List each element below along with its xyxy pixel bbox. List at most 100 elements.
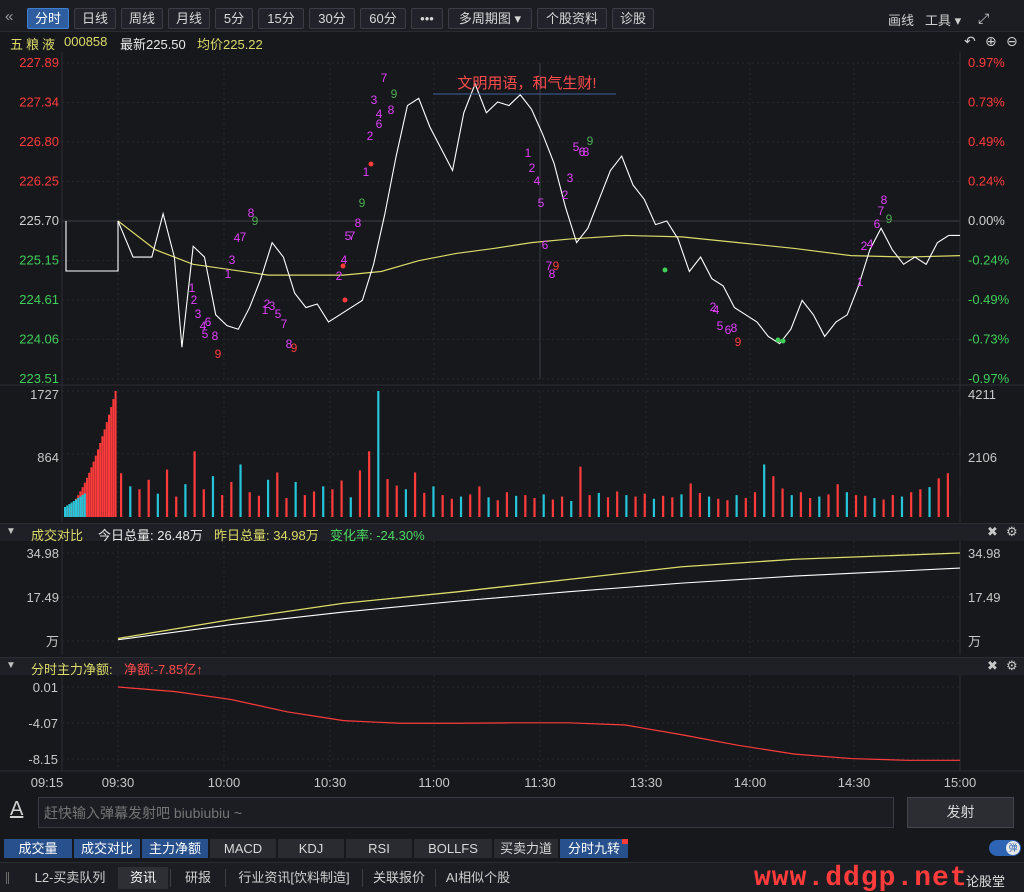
- auction-bar: [112, 399, 115, 517]
- close-icon[interactable]: ✖: [987, 524, 998, 540]
- danmaku-toggle[interactable]: 弹: [989, 840, 1021, 856]
- auction-bar: [64, 507, 66, 517]
- signal-dot: [780, 338, 786, 344]
- volume-bar: [662, 495, 665, 517]
- compare-tick: 万: [46, 634, 59, 649]
- volume-bar: [441, 495, 444, 517]
- gear-icon[interactable]: ⚙: [1006, 524, 1018, 540]
- font-style-icon[interactable]: A: [10, 798, 23, 821]
- gear-icon[interactable]: ⚙: [1006, 658, 1018, 674]
- tab-volume-compare[interactable]: 成交对比: [74, 839, 140, 858]
- draw-line-button[interactable]: 画线: [888, 10, 914, 29]
- auction-bar: [94, 455, 97, 517]
- tab-weekly[interactable]: 周线: [121, 8, 163, 29]
- tab-ai-similar[interactable]: AI相似个股: [437, 867, 519, 889]
- nine-turn-marker: 9: [291, 341, 298, 355]
- zoom-in-icon[interactable]: ⊕: [985, 33, 997, 50]
- volume-bar: [634, 496, 637, 517]
- danmaku-input[interactable]: [38, 797, 894, 828]
- volume-bar: [358, 470, 362, 517]
- volume-bar: [202, 489, 205, 517]
- forum-label[interactable]: 论股堂: [966, 871, 1005, 890]
- auction-bar: [70, 502, 73, 517]
- expand-arrows-icon[interactable]: ⤢: [978, 10, 989, 27]
- nine-turn-marker: 7: [349, 229, 356, 243]
- tools-dropdown[interactable]: 工具 ▾: [925, 10, 961, 29]
- volume-bar: [450, 498, 453, 517]
- drag-handle-icon[interactable]: [6, 872, 16, 884]
- volume-bar: [900, 496, 904, 517]
- volume-bar: [790, 495, 793, 517]
- tab-l2-queue[interactable]: L2-买卖队列: [24, 867, 116, 889]
- close-icon[interactable]: ✖: [987, 658, 998, 674]
- price-tick: 225.15: [19, 253, 59, 268]
- nine-turn-marker: 8: [388, 103, 395, 117]
- volume-bar: [239, 464, 242, 517]
- nine-turn-marker: 2: [336, 269, 343, 283]
- tab-30min[interactable]: 30分: [309, 8, 355, 29]
- price-grid: [61, 52, 961, 522]
- multi-period-dropdown[interactable]: 多周期图 ▾: [448, 8, 532, 29]
- nine-turn-marker: 9: [587, 134, 594, 148]
- send-button[interactable]: 发射: [907, 797, 1014, 828]
- tab-intraday[interactable]: 分时: [27, 8, 69, 29]
- volume-bar: [873, 498, 876, 517]
- more-periods-button[interactable]: •••: [411, 8, 443, 29]
- stock-name: 五粮液: [10, 37, 59, 52]
- nine-turn-marker: 5: [538, 196, 545, 210]
- tab-5min[interactable]: 5分: [215, 8, 253, 29]
- auction-bar: [86, 477, 88, 517]
- volume-bar: [542, 494, 545, 517]
- volume-bar: [257, 495, 261, 517]
- tab-research[interactable]: 研报: [172, 867, 224, 889]
- volume-bar: [680, 494, 683, 517]
- tab-kdj[interactable]: KDJ: [278, 839, 344, 858]
- pct-tick: -0.73%: [968, 332, 1010, 347]
- tab-60min[interactable]: 60分: [360, 8, 406, 29]
- volume-bar: [707, 496, 711, 517]
- collapse-arrow-icon[interactable]: ▼: [6, 660, 16, 671]
- tab-bollfs[interactable]: BOLLFS: [414, 839, 492, 858]
- double-chevron-left-icon[interactable]: «: [5, 8, 13, 25]
- volume-bar: [763, 464, 766, 517]
- tab-rsi[interactable]: RSI: [346, 839, 412, 858]
- tab-volume[interactable]: 成交量: [4, 839, 72, 858]
- tab-macd[interactable]: MACD: [210, 839, 276, 858]
- pct-tick: 0.49%: [968, 134, 1005, 149]
- tab-monthly[interactable]: 月线: [168, 8, 210, 29]
- tab-main-force[interactable]: 主力净额: [142, 839, 208, 858]
- volume-bar: [882, 499, 885, 517]
- volume-bar: [432, 486, 435, 517]
- stock-profile-button[interactable]: 个股资料: [537, 8, 607, 29]
- tab-related-quotes[interactable]: 关联报价: [364, 867, 434, 889]
- nine-turn-marker: 1: [225, 267, 232, 281]
- volume-bar: [294, 481, 297, 517]
- volume-bars: [64, 391, 950, 517]
- diagnose-button[interactable]: 诊股: [612, 8, 654, 29]
- volume-tick: 2106: [968, 450, 997, 465]
- intraday-chart[interactable]: 227.89 0.97% 227.34 0.73% 226.80 0.49% 226.25 0…: [0, 52, 1024, 522]
- volume-bar: [818, 496, 821, 517]
- pct-tick: 0.00%: [968, 213, 1005, 228]
- compare-tick: 17.49: [968, 590, 1001, 605]
- volume-bar: [809, 498, 812, 517]
- undo-icon[interactable]: ↶: [964, 33, 976, 50]
- tab-15min[interactable]: 15分: [258, 8, 304, 29]
- zoom-out-icon[interactable]: ⊖: [1006, 33, 1018, 50]
- tab-buy-sell-force[interactable]: 买卖力道: [494, 839, 558, 858]
- collapse-arrow-icon[interactable]: ▼: [6, 526, 16, 537]
- tab-nine-turn[interactable]: 分时九转: [560, 839, 628, 858]
- volume-bar: [827, 494, 830, 517]
- tab-news[interactable]: 资讯: [118, 867, 168, 889]
- auction-bar: [66, 505, 69, 517]
- yesterday-cumulative-line: [117, 552, 961, 640]
- volume-bar: [120, 473, 123, 517]
- compare-tick: 万: [968, 634, 981, 649]
- tab-daily[interactable]: 日线: [74, 8, 116, 29]
- tab-industry-news[interactable]: 行业资讯[饮料制造]: [227, 867, 361, 889]
- price-tick: 224.06: [19, 332, 59, 347]
- volume-bar: [597, 492, 600, 517]
- volume-bar: [588, 495, 591, 517]
- auction-bar: [77, 498, 80, 517]
- volume-bar: [698, 492, 701, 517]
